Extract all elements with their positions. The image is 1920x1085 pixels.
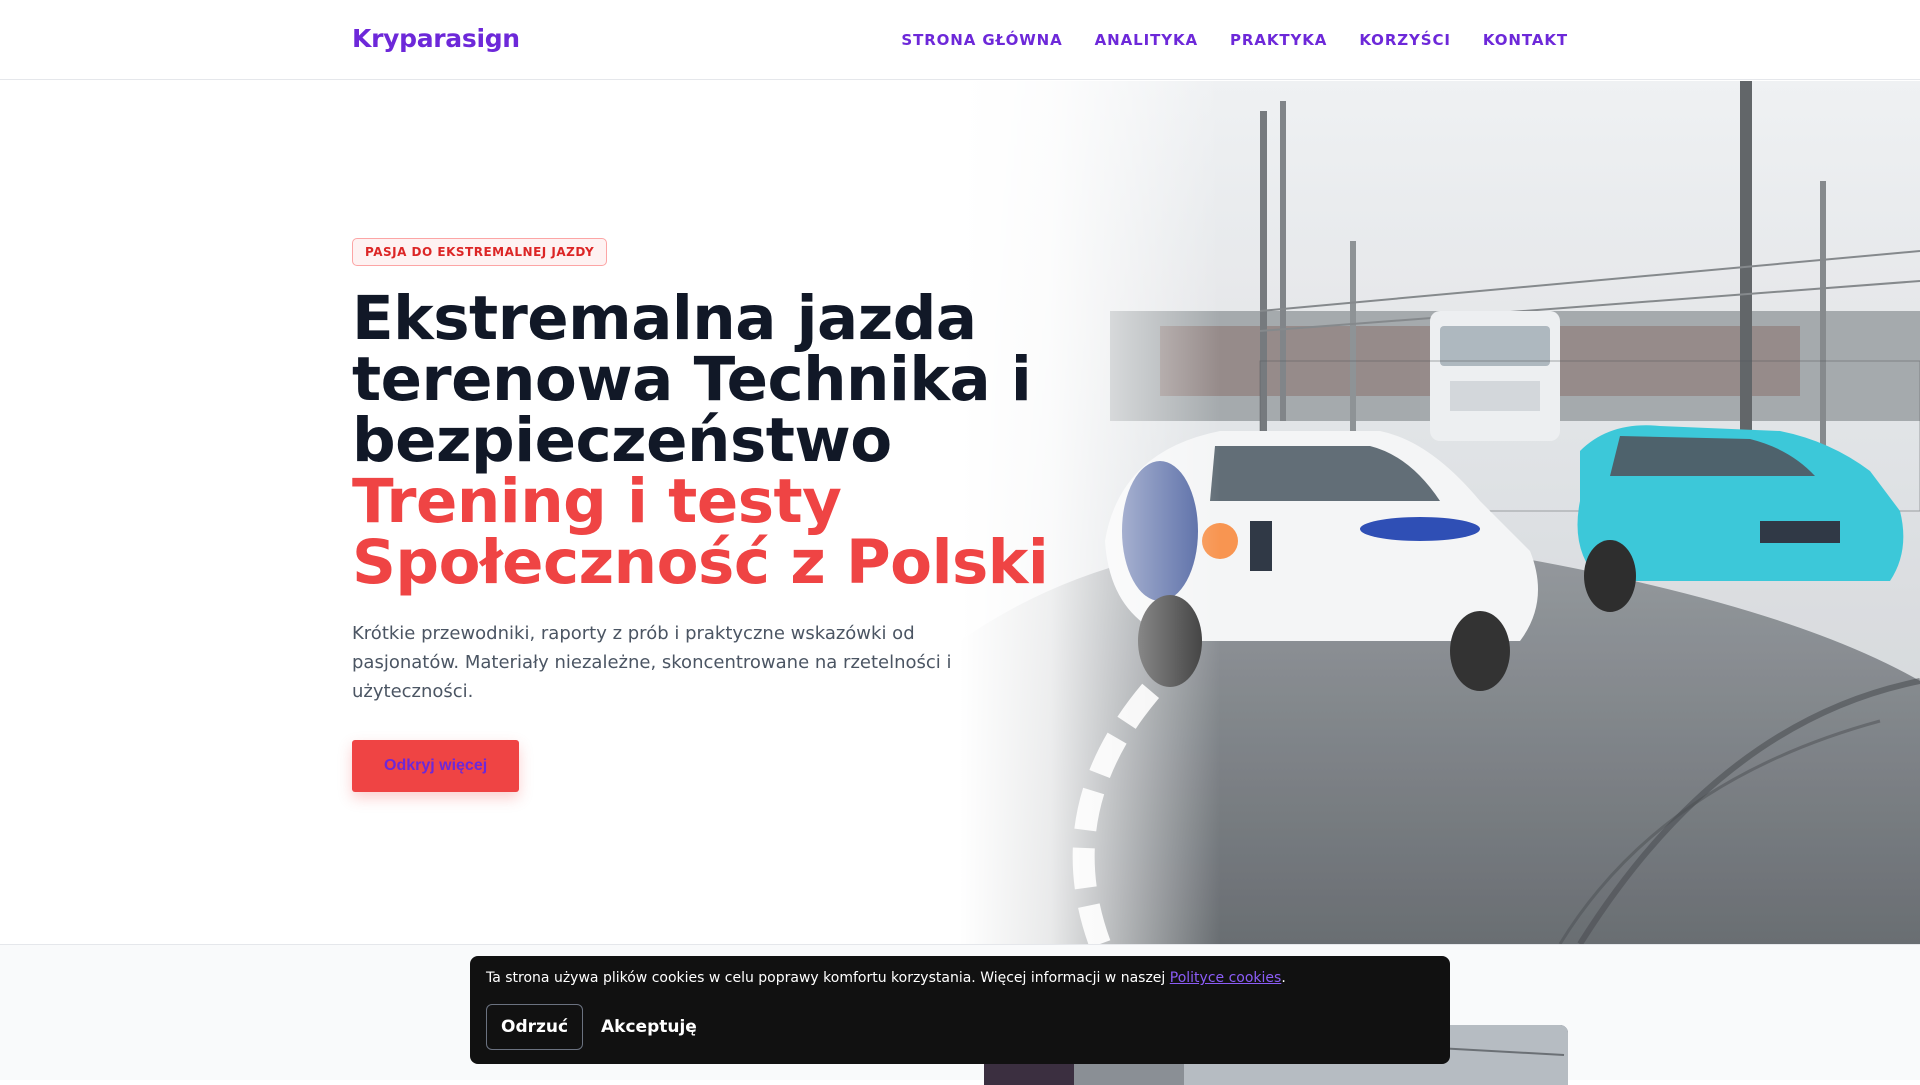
- hero-lead-text: Krótkie przewodniki, raporty z prób i pr…: [352, 623, 952, 702]
- cookie-message-end: .: [1281, 970, 1286, 986]
- nav-item-analytics[interactable]: ANALITYKA: [1095, 31, 1198, 49]
- brand-logo[interactable]: Kryparasign: [352, 24, 520, 53]
- accept-cookies-button[interactable]: Akceptuję: [587, 1004, 711, 1050]
- hero-section: PASJA DO EKSTREMALNEJ JAZDY Ekstremalna …: [0, 81, 1920, 944]
- headline-line: bezpieczeństwo: [352, 405, 892, 476]
- cookie-message-text: Ta strona używa plików cookies w celu po…: [486, 970, 1170, 986]
- nav-item-practice[interactable]: PRAKTYKA: [1230, 31, 1327, 49]
- nav-item-home[interactable]: STRONA GŁÓWNA: [901, 31, 1062, 49]
- nav-item-benefits[interactable]: KORZYŚCI: [1359, 31, 1451, 49]
- cookie-banner: Ta strona używa plików cookies w celu po…: [470, 956, 1450, 1064]
- cookie-policy-link[interactable]: Polityce cookies: [1170, 970, 1282, 986]
- discover-more-button[interactable]: Odkryj więcej: [352, 740, 520, 792]
- main-nav: STRONA GŁÓWNA ANALITYKA PRAKTYKA KORZYŚC…: [901, 31, 1568, 49]
- headline-line: Ekstremalna jazda: [352, 283, 977, 354]
- site-header: Kryparasign STRONA GŁÓWNA ANALITYKA PRAK…: [0, 0, 1920, 80]
- reject-cookies-button[interactable]: Odrzuć: [486, 1004, 584, 1050]
- nav-item-contact[interactable]: KONTAKT: [1483, 31, 1568, 49]
- headline-accent-line: Trening i testy: [352, 466, 842, 537]
- headline-line: terenowa Technika i: [352, 344, 1032, 415]
- headline-accent-line: Społeczność z Polski: [352, 527, 1049, 598]
- hero-tagline-badge: PASJA DO EKSTREMALNEJ JAZDY: [352, 238, 608, 266]
- cookie-message: Ta strona używa plików cookies w celu po…: [486, 970, 1286, 986]
- hero-content: PASJA DO EKSTREMALNEJ JAZDY Ekstremalna …: [352, 238, 1052, 792]
- hero-headline: Ekstremalna jazda terenowa Technika i be…: [352, 288, 1052, 593]
